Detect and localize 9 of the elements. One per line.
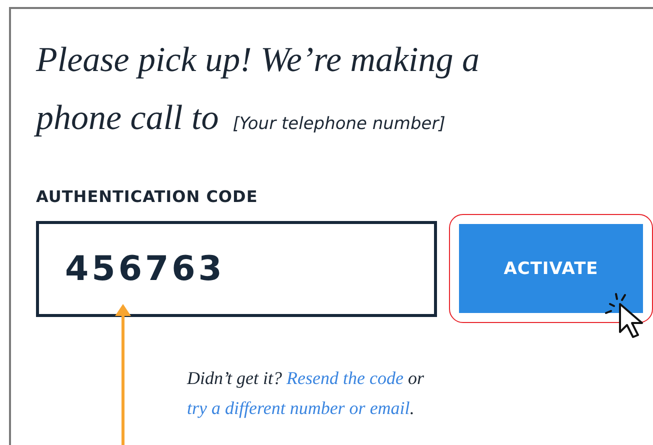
activate-button[interactable]: ACTIVATE	[459, 224, 643, 313]
heading: phone call to	[36, 97, 219, 139]
resend-link[interactable]: Resend the code	[286, 368, 404, 388]
heading: Please pick up! We’re making a	[36, 39, 481, 81]
phone-number-text: [Your telephone number]	[232, 113, 446, 136]
different-number-link[interactable]: try a different number or email	[187, 398, 410, 418]
help-text: Didn’t get it? Resend the code or try a different number or email.	[187, 367, 425, 420]
field-label: AUTHENTICATION CODE	[36, 187, 259, 206]
code-input-field[interactable]: 456763	[36, 220, 437, 316]
